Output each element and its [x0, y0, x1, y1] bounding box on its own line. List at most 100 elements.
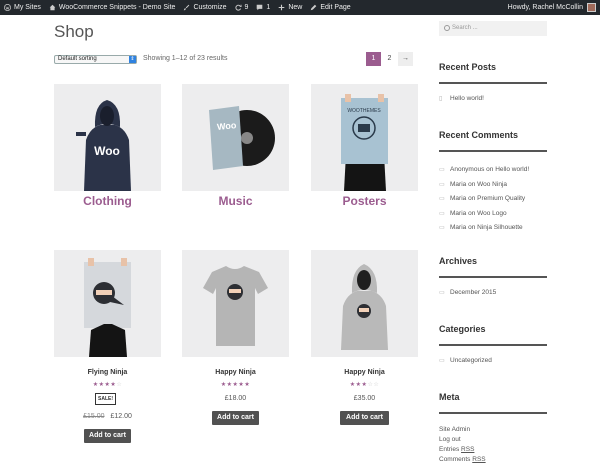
comments-link[interactable]: 1 — [252, 0, 274, 15]
archives-list: ▭ December 2015 — [439, 289, 569, 296]
howdy-label: Howdy, Rachel McCollin — [507, 4, 583, 11]
svg-text:Woo: Woo — [94, 144, 120, 158]
star-icon: ☆☆ — [367, 382, 380, 388]
widget-title-archives: Archives — [439, 256, 478, 266]
meta-link-log-out[interactable]: Log out — [439, 435, 569, 445]
search-icon — [444, 25, 450, 31]
comment-bubble-icon — [256, 4, 263, 11]
folder-icon: ▭ — [439, 358, 445, 364]
my-sites-label: My Sites — [14, 4, 41, 11]
new-label: New — [288, 4, 303, 11]
list-item[interactable]: ▭ Maria on Woo Ninja — [439, 178, 569, 193]
comment-icon: ▭ — [439, 225, 445, 231]
product-title[interactable]: Happy Ninja — [311, 369, 418, 376]
widget-title-recent-comments: Recent Comments — [439, 130, 519, 140]
product-image-flying-ninja[interactable] — [54, 250, 161, 357]
category-image-clothing[interactable]: Woo — [54, 84, 161, 191]
new-content-menu[interactable]: New — [274, 0, 306, 15]
product-price: £15.00 £12.00 — [54, 413, 161, 420]
category-title-clothing[interactable]: Clothing — [54, 194, 161, 208]
svg-text:WOOTHEMES: WOOTHEMES — [347, 108, 381, 114]
product-price: £18.00 — [224, 395, 247, 402]
meta-link-site-admin[interactable]: Site Admin — [439, 425, 569, 435]
meta-link-entries-rss[interactable]: Entries RSS — [439, 445, 569, 455]
category-title-music[interactable]: Music — [182, 194, 289, 208]
pencil-icon — [310, 4, 317, 11]
divider — [439, 344, 547, 346]
svg-text:Woo: Woo — [217, 120, 238, 132]
add-to-cart-button[interactable]: Add to cart — [340, 411, 389, 425]
account-menu[interactable]: Howdy, Rachel McCollin — [508, 3, 600, 12]
add-to-cart-button[interactable]: Add to cart — [84, 429, 131, 443]
wordpress-icon — [4, 4, 11, 11]
comment-icon: ▭ — [439, 167, 445, 173]
next-page-arrow[interactable]: → — [398, 52, 413, 66]
avatar — [587, 3, 596, 12]
widget-title-meta: Meta — [439, 392, 460, 402]
meta-link-comments-rss[interactable]: Comments RSS — [439, 455, 569, 465]
star-icon: ☆ — [116, 382, 123, 388]
list-item[interactable]: ▭ Maria on Woo Logo — [439, 207, 569, 222]
select-arrows-icon: ⇕ — [129, 56, 136, 63]
customize-label: Customize — [193, 4, 227, 11]
result-count: Showing 1–12 of 23 results — [143, 55, 228, 62]
divider — [439, 82, 547, 84]
site-name-menu[interactable]: WooCommerce Snippets - Demo Site — [45, 0, 180, 15]
divider — [439, 412, 547, 414]
search-input[interactable]: Search ... — [439, 21, 547, 36]
comments-count: 1 — [266, 4, 271, 11]
old-price: £15.00 — [83, 413, 105, 420]
divider — [439, 276, 547, 278]
comment-icon: ▭ — [439, 196, 445, 202]
recent-posts-list: ▯ Hello world! — [439, 95, 569, 102]
list-item[interactable]: ▭ December 2015 — [439, 289, 569, 296]
page-2-link[interactable]: 2 — [382, 52, 397, 66]
widget-title-categories: Categories — [439, 324, 486, 334]
star-rating: ★★★★☆ — [54, 381, 161, 388]
list-item[interactable]: ▭ Maria on Ninja Silhouette — [439, 221, 569, 236]
updates-link[interactable]: 9 — [231, 0, 253, 15]
home-icon — [49, 4, 56, 11]
product-image-happy-ninja-tshirt[interactable] — [182, 250, 289, 357]
admin-bar: My Sites WooCommerce Snippets - Demo Sit… — [0, 0, 600, 15]
product-title[interactable]: Happy Ninja — [182, 369, 289, 376]
star-icon: ★★★★★ — [220, 382, 251, 388]
comment-icon: ▭ — [439, 210, 445, 217]
list-item[interactable]: ▭ Uncategorized — [439, 357, 569, 364]
recent-comments-list: ▭ Anonymous on Hello world! ▭ Maria on Woo… — [439, 163, 569, 236]
list-item[interactable]: ▭ Maria on Premium Quality — [439, 192, 569, 207]
folder-icon: ▭ — [439, 290, 445, 296]
document-icon: ▯ — [439, 96, 443, 102]
star-rating: ★★★★★ — [182, 381, 289, 388]
categories-list: ▭ Uncategorized — [439, 357, 569, 364]
page-title: Shop — [54, 22, 94, 41]
meta-list: Site Admin Log out Entries RSS Comments … — [439, 425, 569, 465]
edit-page-label: Edit Page — [320, 4, 351, 11]
product-image-happy-ninja-hoodie[interactable] — [311, 250, 418, 357]
page-1-current: 1 — [366, 52, 381, 66]
star-icon: ★★★★ — [92, 382, 117, 388]
paintbrush-icon — [183, 4, 190, 11]
add-to-cart-button[interactable]: Add to cart — [212, 411, 259, 425]
orderby-value: Default sorting — [58, 56, 97, 62]
widget-title-recent-posts: Recent Posts — [439, 62, 497, 72]
star-icon: ★★★ — [349, 382, 368, 388]
edit-page-link[interactable]: Edit Page — [306, 0, 354, 15]
star-rating: ★★★☆☆ — [311, 381, 418, 388]
customize-link[interactable]: Customize — [179, 0, 230, 15]
comment-icon: ▭ — [439, 181, 445, 188]
list-item[interactable]: ▭ Anonymous on Hello world! — [439, 163, 569, 178]
plus-icon — [278, 4, 285, 11]
orderby-select[interactable]: Default sorting ⇕ — [54, 55, 137, 64]
updates-count: 9 — [244, 4, 249, 11]
category-title-posters[interactable]: Posters — [311, 194, 418, 208]
divider — [439, 150, 547, 152]
product-title[interactable]: Flying Ninja — [54, 369, 161, 376]
site-name-label: WooCommerce Snippets - Demo Site — [58, 4, 176, 11]
category-image-music[interactable]: Woo — [182, 84, 289, 191]
product-price: £35.00 — [353, 395, 376, 402]
my-sites-menu[interactable]: My Sites — [0, 0, 45, 15]
list-item[interactable]: ▯ Hello world! — [439, 95, 569, 102]
category-image-posters[interactable]: WOOTHEMES — [311, 84, 418, 191]
sale-price: £12.00 — [110, 413, 132, 420]
